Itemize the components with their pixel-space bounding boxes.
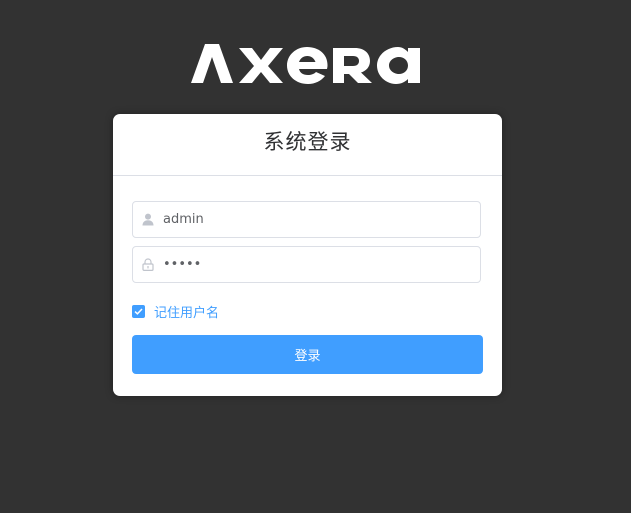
username-input[interactable] [163,204,463,235]
user-icon [133,202,163,237]
checkbox-checked-icon[interactable] [132,305,145,318]
username-field[interactable] [132,201,481,238]
login-title: 系统登录 [263,129,352,154]
remember-username-label[interactable]: 记住用户名 [154,302,219,321]
remember-username-checkbox[interactable]: 记住用户名 [132,302,219,321]
login-card: 系统登录 记住用户名 登录 [113,114,502,396]
password-field[interactable] [132,246,481,283]
login-card-header: 系统登录 [113,114,502,176]
lock-icon [133,247,163,282]
axera-logo [191,36,422,84]
login-button[interactable]: 登录 [132,335,483,374]
password-input[interactable] [163,249,463,280]
